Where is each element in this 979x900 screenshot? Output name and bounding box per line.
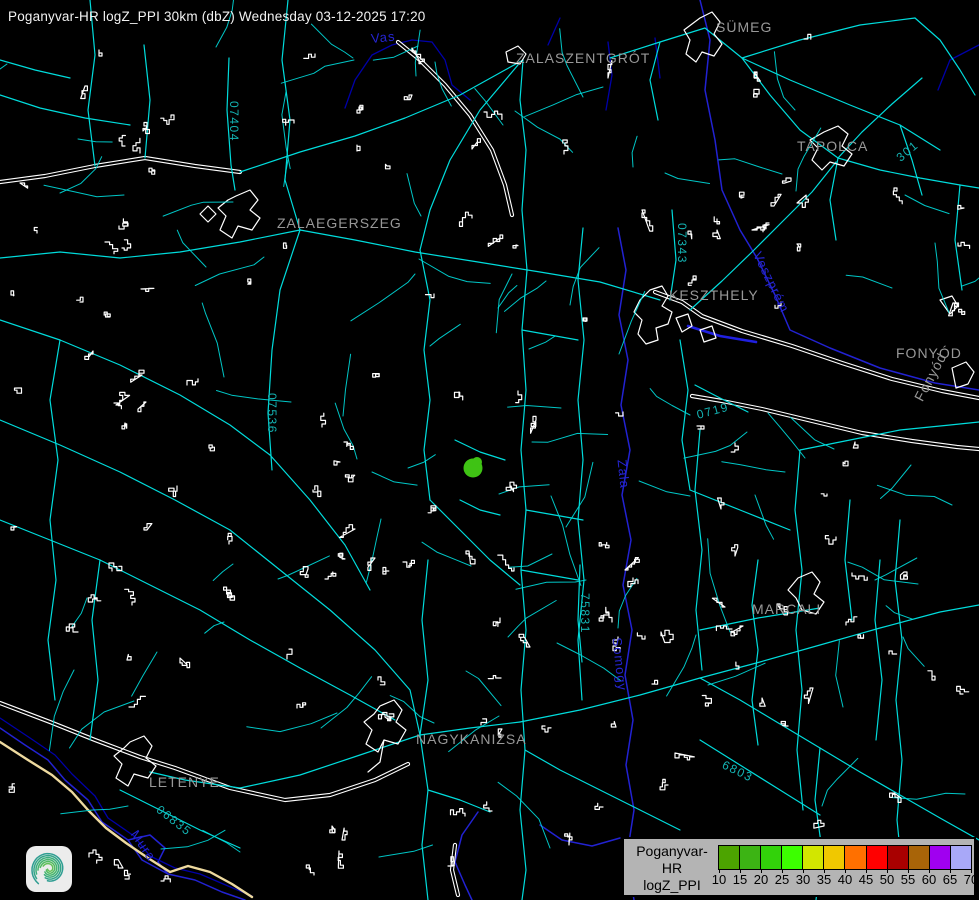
city-label: SÜMEG <box>716 19 772 35</box>
road-number-label: 07536 <box>265 393 279 434</box>
city-label: KESZTHELY <box>669 287 759 303</box>
legend-tick-value: 40 <box>834 872 856 887</box>
legend-tick-value: 55 <box>897 872 919 887</box>
legend-tick-value: 65 <box>939 872 961 887</box>
legend-color-cell <box>761 846 782 869</box>
legend-color-cell <box>740 846 761 869</box>
legend-unit: dbZ <box>628 894 716 900</box>
city-label: NAGYKANIZSA <box>416 731 527 747</box>
legend-tick-value: 30 <box>792 872 814 887</box>
legend-product-name: Poganyvar-HR <box>628 843 716 877</box>
legend-tick-value: 45 <box>855 872 877 887</box>
legend-tick-value: 35 <box>813 872 835 887</box>
county-label: Vas <box>370 28 396 45</box>
legend-color-cell <box>803 846 824 869</box>
city-label: ZALAEGERSZEG <box>277 215 402 231</box>
radar-map-stage: Poganyvar-HR logZ_PPI 30km (dbZ) Wednesd… <box>0 0 979 900</box>
legend-text: Poganyvar-HR logZ_PPI dbZ <box>628 843 716 900</box>
city-label: MARCALI <box>752 601 821 617</box>
legend-tick-value: 10 <box>708 872 730 887</box>
legend-color-cell <box>909 846 930 869</box>
village-outlines <box>9 34 970 882</box>
legend-color-cell <box>930 846 951 869</box>
city-label: LETENYE <box>149 774 220 790</box>
legend-color-cell <box>951 846 971 869</box>
legend-color-scale <box>718 845 972 870</box>
weather-swirl-logo <box>26 846 72 892</box>
road-number-label: 07404 <box>227 101 241 142</box>
legend-color-cell <box>845 846 866 869</box>
road-number-label: 75831 <box>578 593 592 634</box>
legend-tick-value: 20 <box>750 872 772 887</box>
legend-product-type: logZ_PPI <box>628 877 716 894</box>
swirl-icon <box>26 846 72 892</box>
radar-title: Poganyvar-HR logZ_PPI 30km (dbZ) Wednesd… <box>8 9 426 24</box>
legend-color-cell <box>867 846 888 869</box>
city-label: TAPOLCA <box>797 138 868 154</box>
legend-color-cell <box>782 846 803 869</box>
road-number-label: 07343 <box>675 223 689 264</box>
road-network <box>0 0 979 900</box>
legend-tick-value: 70 <box>960 872 979 887</box>
legend-tick-value: 60 <box>918 872 940 887</box>
city-label: FONYÓD <box>896 345 962 361</box>
white-major-roads <box>0 42 979 895</box>
legend-color-cell <box>824 846 845 869</box>
county-label: Zala <box>615 459 633 490</box>
legend-color-cell <box>719 846 740 869</box>
town-outlines <box>114 12 974 786</box>
radar-echo <box>464 457 483 478</box>
legend-tick-value: 25 <box>771 872 793 887</box>
legend-tick-value: 50 <box>876 872 898 887</box>
city-label: ZALASZENTGRÓT <box>516 50 650 66</box>
radar-map-canvas <box>0 0 979 900</box>
legend-panel: Poganyvar-HR logZ_PPI dbZ 10152025303540… <box>622 837 976 897</box>
legend-color-cell <box>888 846 909 869</box>
legend-tick-value: 15 <box>729 872 751 887</box>
